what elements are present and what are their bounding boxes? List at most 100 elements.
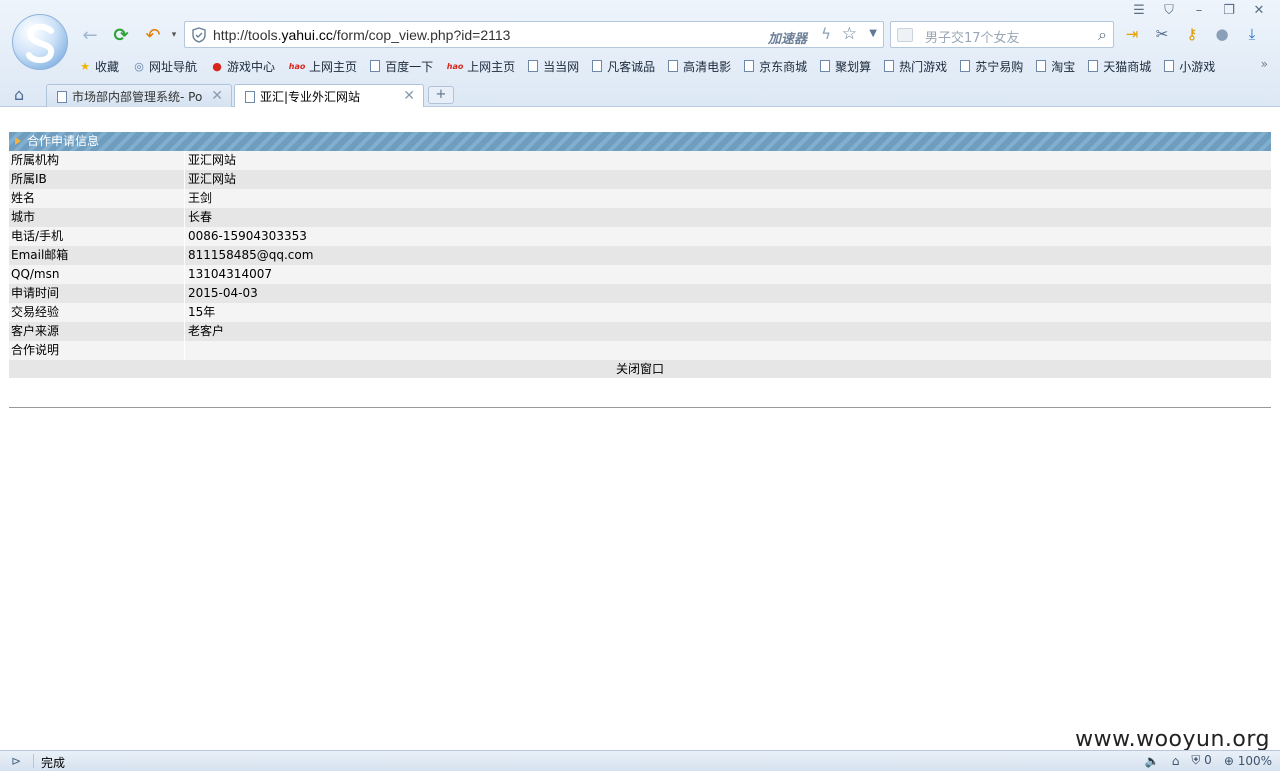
new-tab-button[interactable]: + xyxy=(428,86,454,104)
bookmark-item[interactable]: 百度一下 xyxy=(370,58,433,75)
bookmark-item[interactable]: 天猫商城 xyxy=(1088,58,1151,75)
page-icon xyxy=(744,60,755,72)
bookmark-item[interactable]: ★ 收藏 xyxy=(78,58,119,75)
field-label: 交易经验 xyxy=(9,303,185,322)
bookmark-item[interactable]: hao 上网主页 xyxy=(288,58,357,75)
bookmark-item[interactable]: 高清电影 xyxy=(668,58,731,75)
shield-counter[interactable]: ⛨ 0 xyxy=(1191,753,1211,768)
search-icon[interactable]: ⌕ xyxy=(1098,25,1107,45)
status-text: 完成 xyxy=(41,756,66,770)
table-row: 所属IB 亚汇网站 xyxy=(9,170,1271,189)
key-icon[interactable]: ⚷ xyxy=(1182,24,1202,44)
bookmark-item[interactable]: 小游戏 xyxy=(1164,58,1215,75)
bookmark-item[interactable]: 凡客诚品 xyxy=(592,58,655,75)
bookmark-label: 聚划算 xyxy=(835,59,872,74)
sogou-logo-icon[interactable] xyxy=(12,14,68,70)
bookmark-item[interactable]: 当当网 xyxy=(528,58,579,75)
sidebar-toggle-icon[interactable]: ⊳ xyxy=(11,754,21,768)
globe-icon: ◎ xyxy=(134,59,144,73)
status-right: 🔈 ⌂ ⛨ 0 ⊕ 100% xyxy=(1145,753,1272,768)
tab-close-icon[interactable]: ✕ xyxy=(403,88,415,104)
table-row: 电话/手机 0086-15904303353 xyxy=(9,227,1271,246)
field-value: 0086-15904303353 xyxy=(188,229,307,243)
more-tools-icon[interactable]: ● xyxy=(1212,24,1232,44)
screenshot-scissors-icon[interactable]: ✂ xyxy=(1152,24,1172,44)
field-label: 城市 xyxy=(9,208,185,227)
url-text[interactable]: http://tools.yahui.cc/form/cop_view.php?… xyxy=(213,27,510,43)
field-value: 亚汇网站 xyxy=(188,172,237,186)
bookmarks-more-icon[interactable]: » xyxy=(1261,57,1268,71)
bookmark-item[interactable]: 热门游戏 xyxy=(884,58,947,75)
lightning-icon[interactable]: ϟ xyxy=(821,25,831,43)
game-icon: ● xyxy=(212,59,222,73)
favorite-star-icon[interactable]: ☆ xyxy=(842,24,857,44)
bookmark-item[interactable]: ● 游戏中心 xyxy=(210,58,275,75)
login-icon[interactable]: ⇥ xyxy=(1122,24,1142,44)
bookmark-label: 上网主页 xyxy=(467,59,516,74)
address-dropdown-icon[interactable]: ▼ xyxy=(869,28,877,39)
table-row: Email邮箱 811158485@qq.com xyxy=(9,246,1271,265)
field-value: 亚汇网站 xyxy=(188,153,237,167)
bookmarks-bar: ★ 收藏 ◎ 网址导航 ● 游戏中心 hao 上网主页 百度一下 hao 上网主页 当当网 凡客诚品 高清… xyxy=(78,56,1228,76)
bookmark-label: 淘宝 xyxy=(1051,59,1076,74)
field-label: 客户来源 xyxy=(9,322,185,341)
bookmark-label: 当当网 xyxy=(543,59,580,74)
bookmark-label: 百度一下 xyxy=(385,59,434,74)
search-box[interactable]: 男子交17个女友 ⌕ xyxy=(890,21,1114,48)
bookmark-item[interactable]: 京东商城 xyxy=(744,58,807,75)
toolbox-icon[interactable]: ⌂ xyxy=(1172,754,1180,768)
search-engine-icon[interactable] xyxy=(897,28,913,42)
close-window-label: 关闭窗口 xyxy=(615,362,664,376)
field-value: 王剑 xyxy=(188,191,213,205)
table-row: 城市 长春 xyxy=(9,208,1271,227)
close-window-icon[interactable]: ✕ xyxy=(1244,0,1274,20)
tab-strip: ⌂ 市场部内部管理系统- Po ✕ 亚汇|专业外汇网站 ✕ + xyxy=(0,82,1280,108)
bookmark-item[interactable]: 淘宝 xyxy=(1036,58,1075,75)
bookmark-label: 上网主页 xyxy=(309,59,358,74)
hao-icon: hao xyxy=(446,61,464,71)
bookmark-label: 苏宁易购 xyxy=(975,59,1024,74)
field-label: 所属IB xyxy=(9,170,185,189)
download-icon[interactable]: ⤓ xyxy=(1242,24,1262,44)
tab-marketing-system[interactable]: 市场部内部管理系统- Po ✕ xyxy=(46,84,232,108)
field-value: 长春 xyxy=(188,210,213,224)
tab-yahui[interactable]: 亚汇|专业外汇网站 ✕ xyxy=(234,84,424,108)
url-path: /form/cop_view.php?id=2113 xyxy=(332,27,511,43)
bookmark-label: 小游戏 xyxy=(1179,59,1216,74)
restore-icon[interactable]: ❐ xyxy=(1214,0,1244,20)
table-row: 申请时间 2015-04-03 xyxy=(9,284,1271,303)
bookmark-item[interactable]: ◎ 网址导航 xyxy=(132,58,197,75)
bookmark-label: 收藏 xyxy=(95,59,120,74)
accelerator-label[interactable]: 加速器 xyxy=(768,28,807,47)
page-icon xyxy=(820,60,831,72)
page-icon xyxy=(884,60,895,72)
refresh-icon[interactable]: ⟳ xyxy=(109,23,133,47)
home-icon[interactable]: ⌂ xyxy=(14,85,36,105)
bookmark-item[interactable]: 聚划算 xyxy=(820,58,871,75)
bookmark-label: 天猫商城 xyxy=(1103,59,1152,74)
menu-icon[interactable]: ☰ xyxy=(1124,0,1154,20)
url-prefix: http://tools. xyxy=(213,27,282,43)
tab-close-icon[interactable]: ✕ xyxy=(211,88,223,104)
bookmark-item[interactable]: hao 上网主页 xyxy=(446,58,515,75)
skin-icon[interactable]: ⛉ xyxy=(1154,0,1184,20)
close-window-button[interactable]: 关闭窗口 xyxy=(9,360,1271,378)
field-label: 姓名 xyxy=(9,189,185,208)
field-value: 2015-04-03 xyxy=(188,286,258,300)
minimize-icon[interactable]: – xyxy=(1184,0,1214,20)
table-row: QQ/msn 13104314007 xyxy=(9,265,1271,284)
table-row: 交易经验 15年 xyxy=(9,303,1271,322)
field-label: QQ/msn xyxy=(9,265,185,284)
panel-title: 合作申请信息 xyxy=(27,134,100,148)
bookmark-label: 热门游戏 xyxy=(899,59,948,74)
page-icon xyxy=(668,60,679,72)
bookmark-item[interactable]: 苏宁易购 xyxy=(960,58,1023,75)
address-bar[interactable]: http://tools.yahui.cc/form/cop_view.php?… xyxy=(184,21,884,48)
field-value: 811158485@qq.com xyxy=(188,248,314,262)
back-icon[interactable]: ← xyxy=(78,23,102,47)
bookmark-label: 高清电影 xyxy=(683,59,732,74)
page-icon xyxy=(245,90,255,103)
zoom-control[interactable]: ⊕ 100% xyxy=(1224,754,1272,768)
undo-dropdown-icon[interactable]: ▾ xyxy=(162,23,186,47)
volume-icon[interactable]: 🔈 xyxy=(1145,754,1160,768)
